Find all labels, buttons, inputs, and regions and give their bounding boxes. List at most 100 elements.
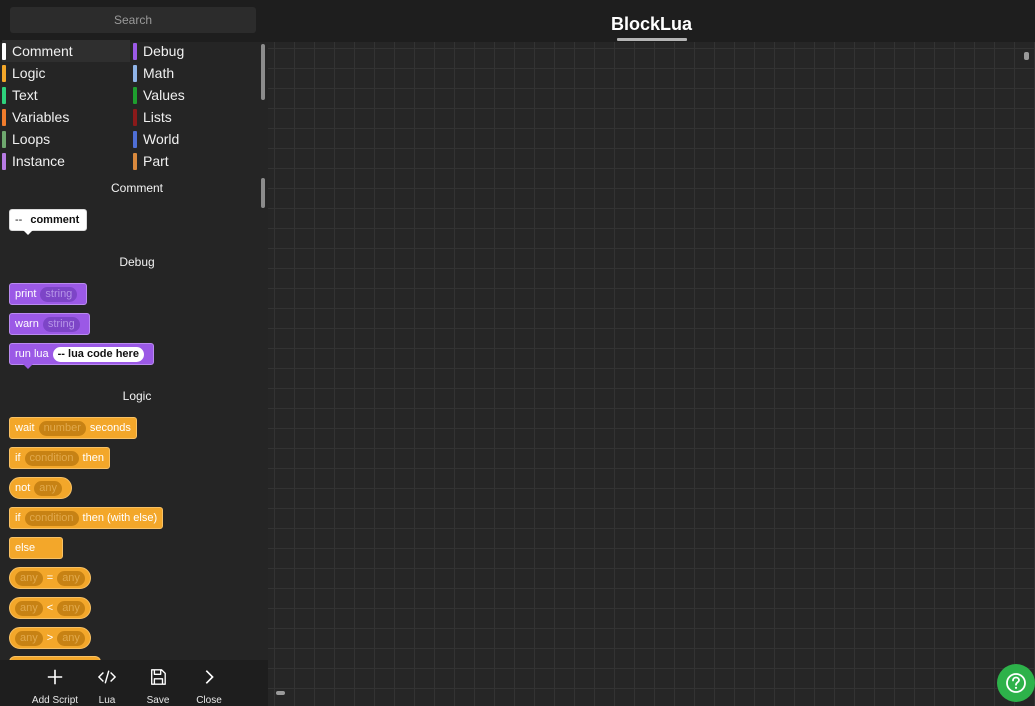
category-color-bar [2, 108, 6, 126]
workspace-horizontal-scrollbar[interactable] [276, 691, 285, 695]
any-slot[interactable]: any [57, 630, 85, 646]
category-instance[interactable]: Instance [2, 150, 130, 172]
block-workspace[interactable] [268, 42, 1035, 706]
section-label-debug: Debug [119, 255, 155, 269]
category-part[interactable]: Part [133, 150, 261, 172]
category-label: Lists [143, 109, 172, 125]
block-label: run lua [15, 348, 49, 360]
print-block[interactable]: print string [9, 283, 88, 305]
equals-block[interactable]: any = any [9, 567, 91, 589]
category-color-bar [133, 86, 137, 104]
category-world[interactable]: World [133, 128, 261, 150]
category-color-bar [2, 42, 6, 60]
warn-block[interactable]: warn string [9, 313, 90, 335]
category-label: Debug [143, 43, 185, 59]
category-color-bar [2, 86, 6, 104]
number-slot[interactable]: number [38, 420, 86, 436]
category-label: Comment [12, 43, 73, 59]
greater-than-block[interactable]: any > any [9, 627, 91, 649]
if-then-block[interactable]: if condition then [9, 447, 110, 469]
section-label-comment: Comment [110, 181, 163, 195]
category-text[interactable]: Text [2, 84, 130, 106]
category-label: Variables [12, 109, 70, 125]
close-button[interactable]: Close [181, 660, 237, 706]
block-suffix: seconds [89, 422, 131, 434]
app-header: BlockLua [268, 0, 1035, 42]
block-label: print [15, 288, 37, 300]
lua-code-slot[interactable]: -- lua code here [52, 346, 144, 362]
block-notch [22, 229, 34, 235]
save-button[interactable]: Save [130, 660, 186, 706]
category-label: World [143, 131, 180, 147]
any-slot[interactable]: any [15, 630, 43, 646]
comment-dash: -- [15, 214, 23, 226]
block-suffix: then [82, 452, 104, 464]
category-lists[interactable]: Lists [133, 106, 261, 128]
category-label: Logic [12, 65, 46, 81]
category-scrollbar[interactable] [261, 44, 265, 100]
bottom-toolbar: Add Script Lua Save Close [0, 660, 268, 706]
category-variables[interactable]: Variables [2, 106, 130, 128]
category-color-bar [133, 130, 137, 148]
block-label: if [15, 452, 21, 464]
category-math[interactable]: Math [133, 62, 261, 84]
block-label: wait [15, 422, 35, 434]
condition-slot[interactable]: condition [24, 450, 79, 466]
add-script-label: Add Script [31, 695, 79, 706]
floppy-disk-icon [151, 669, 166, 685]
save-label: Save [146, 695, 170, 706]
category-label: Loops [12, 131, 51, 147]
category-color-bar [2, 130, 6, 148]
lua-button[interactable]: Lua [79, 660, 135, 706]
chevron-right-icon [205, 670, 214, 684]
block-suffix: then (with else) [82, 512, 158, 524]
category-label: Text [12, 87, 38, 103]
help-icon [1006, 673, 1026, 693]
block-label: warn [15, 318, 39, 330]
category-label: Instance [12, 153, 65, 169]
wait-block[interactable]: wait number seconds [9, 417, 137, 439]
block-notch [22, 363, 34, 369]
any-slot[interactable]: any [15, 600, 43, 616]
search-input[interactable] [10, 7, 256, 33]
app-title: BlockLua [610, 14, 693, 34]
any-slot[interactable]: any [57, 570, 85, 586]
category-loops[interactable]: Loops [2, 128, 130, 150]
if-else-block[interactable]: if condition then (with else) [9, 507, 164, 529]
operator-label: > [46, 632, 54, 644]
category-label: Math [143, 65, 175, 81]
category-values[interactable]: Values [133, 84, 261, 106]
category-list: Comment Debug Logic Math Text Values Var… [0, 40, 262, 172]
plus-icon [47, 669, 63, 685]
less-than-block[interactable]: any < any [9, 597, 91, 619]
run-lua-block[interactable]: run lua -- lua code here [9, 343, 154, 369]
operator-label: < [46, 602, 54, 614]
any-slot[interactable]: any [57, 600, 85, 616]
comment-text: comment [30, 214, 80, 226]
string-slot[interactable]: string [42, 316, 80, 332]
category-debug[interactable]: Debug [133, 40, 261, 62]
any-slot[interactable]: any [34, 480, 63, 496]
category-color-bar [2, 152, 6, 170]
block-label: else [15, 542, 36, 554]
category-color-bar [133, 152, 137, 170]
category-comment[interactable]: Comment [2, 40, 130, 62]
else-block[interactable]: else [9, 537, 63, 559]
not-block[interactable]: not any [9, 477, 73, 499]
block-label: not [15, 482, 31, 494]
category-label: Values [143, 87, 185, 103]
close-label: Close [196, 695, 222, 706]
category-logic[interactable]: Logic [2, 62, 130, 84]
section-label-logic: Logic [122, 389, 152, 403]
block-label: if [15, 512, 21, 524]
blocklua-app: Comment Debug Logic Math Text Values [0, 0, 1035, 706]
string-slot[interactable]: string [40, 286, 78, 302]
category-color-bar [2, 64, 6, 82]
condition-slot[interactable]: condition [24, 510, 79, 526]
workspace-vertical-scrollbar[interactable] [1024, 52, 1029, 60]
category-color-bar [133, 108, 137, 126]
help-button[interactable] [997, 664, 1035, 702]
any-slot[interactable]: any [15, 570, 43, 586]
add-script-button[interactable]: Add Script [27, 660, 83, 706]
comment-block[interactable]: -- comment [9, 209, 87, 235]
